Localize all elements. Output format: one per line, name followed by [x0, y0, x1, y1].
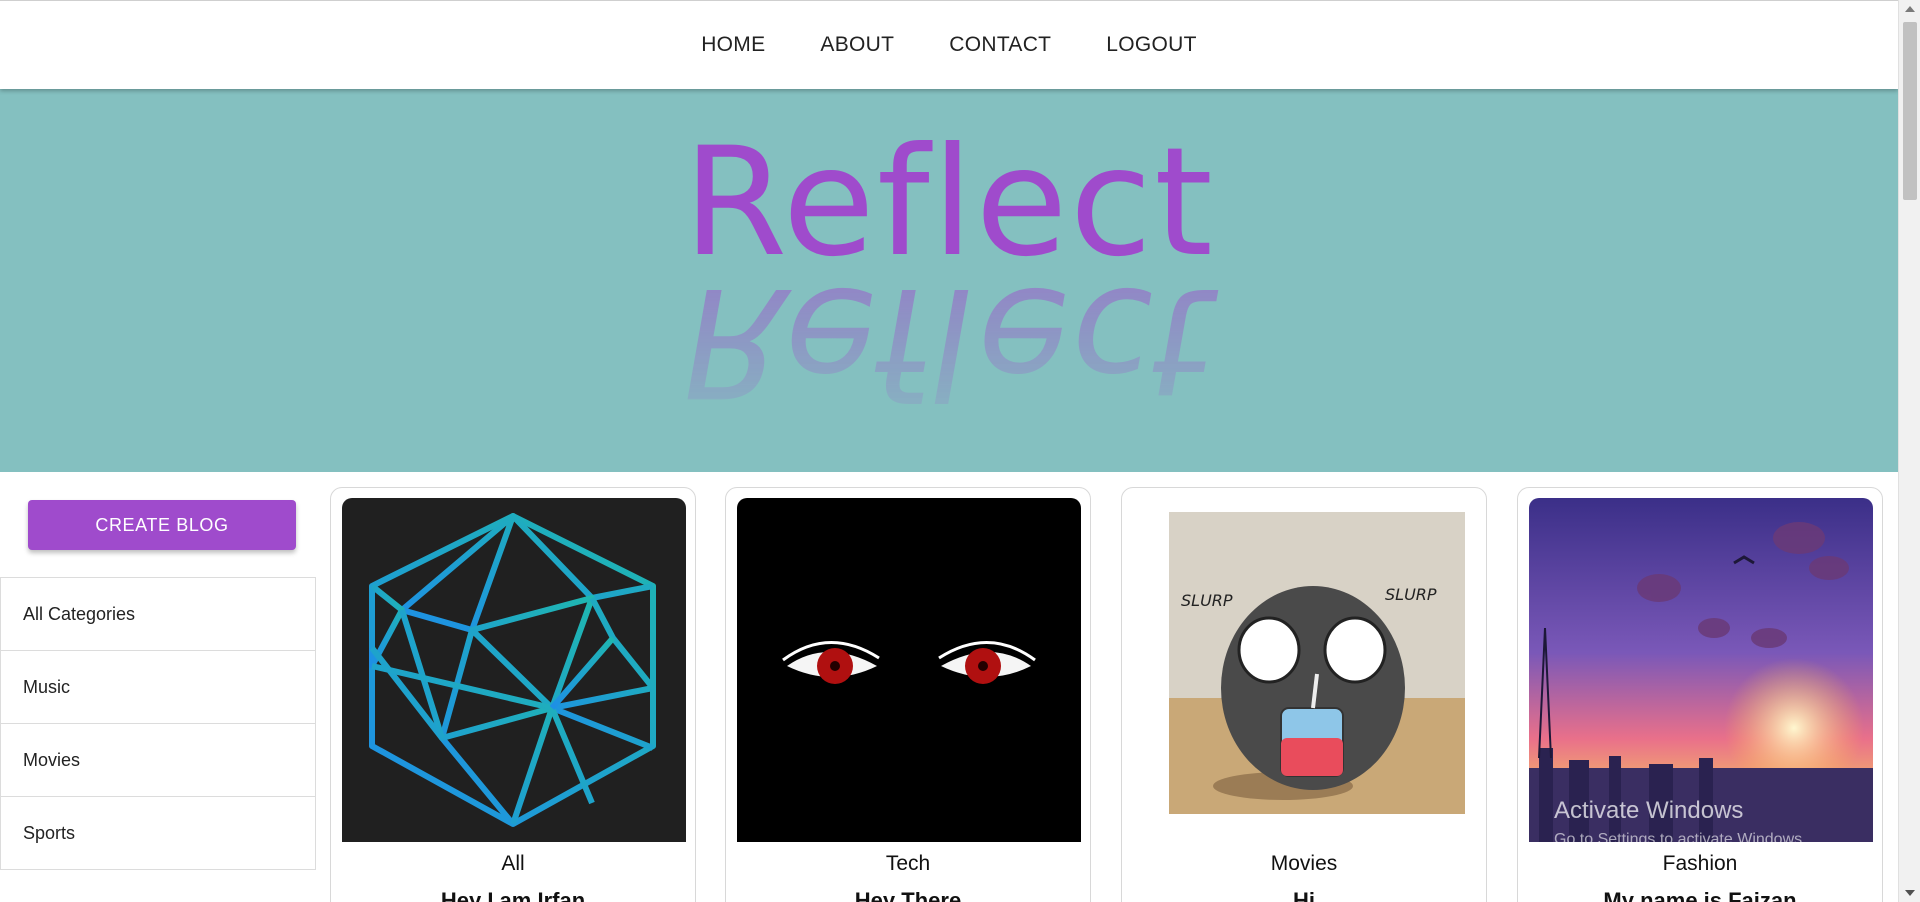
category-list: All Categories Music Movies Sports: [0, 577, 316, 870]
category-item-all[interactable]: All Categories: [1, 578, 315, 651]
scroll-up-icon[interactable]: [1905, 6, 1915, 12]
scroll-down-icon[interactable]: [1905, 890, 1915, 896]
blog-card[interactable]: Tech Hey There: [725, 487, 1091, 902]
category-item-movies[interactable]: Movies: [1, 724, 315, 797]
card-title: Hey There: [854, 888, 962, 902]
blog-card[interactable]: All Hey I am Irfan: [330, 487, 696, 902]
sunset-city-image: [1529, 498, 1873, 842]
red-eyes-image: [737, 498, 1081, 842]
top-navbar: HOME ABOUT CONTACT LOGOUT: [0, 0, 1898, 89]
card-category-label: Movies: [1270, 852, 1338, 875]
card-title: My name is Faizan: [1603, 888, 1797, 902]
hero-title: Reflect: [683, 116, 1215, 290]
card-category-label: Fashion: [1662, 852, 1738, 875]
slurp-text-right: SLURP: [1385, 585, 1437, 604]
hero-banner: Reflect Reflect: [0, 89, 1898, 472]
category-item-sports[interactable]: Sports: [1, 797, 315, 870]
category-item-music[interactable]: Music: [1, 651, 315, 724]
hexagon-logo-image: [342, 498, 686, 842]
nav-contact-link[interactable]: CONTACT: [949, 25, 1051, 65]
nav-home-link[interactable]: HOME: [701, 25, 765, 65]
nav-logout-link[interactable]: LOGOUT: [1106, 25, 1196, 65]
card-category-label: All: [501, 852, 525, 875]
nav-about-link[interactable]: ABOUT: [820, 25, 894, 65]
blog-card[interactable]: SLURP SLURP Movies Hi: [1121, 487, 1487, 902]
create-blog-button[interactable]: CREATE BLOG: [28, 500, 296, 550]
card-title: Hey I am Irfan: [440, 888, 586, 902]
activate-windows-title: Activate Windows: [1554, 797, 1744, 824]
card-category-label: Tech: [885, 852, 931, 875]
cartoon-slurp-image: SLURP SLURP: [1133, 498, 1477, 842]
card-title: Hi: [1293, 888, 1315, 902]
scrollbar-thumb[interactable]: [1903, 22, 1917, 200]
activate-windows-subtitle: Go to Settings to activate Windows.: [1554, 831, 1807, 848]
page-scrollbar[interactable]: [1898, 0, 1920, 902]
slurp-text-left: SLURP: [1181, 591, 1233, 610]
hero-title-reflection: Reflect: [667, 254, 1231, 428]
